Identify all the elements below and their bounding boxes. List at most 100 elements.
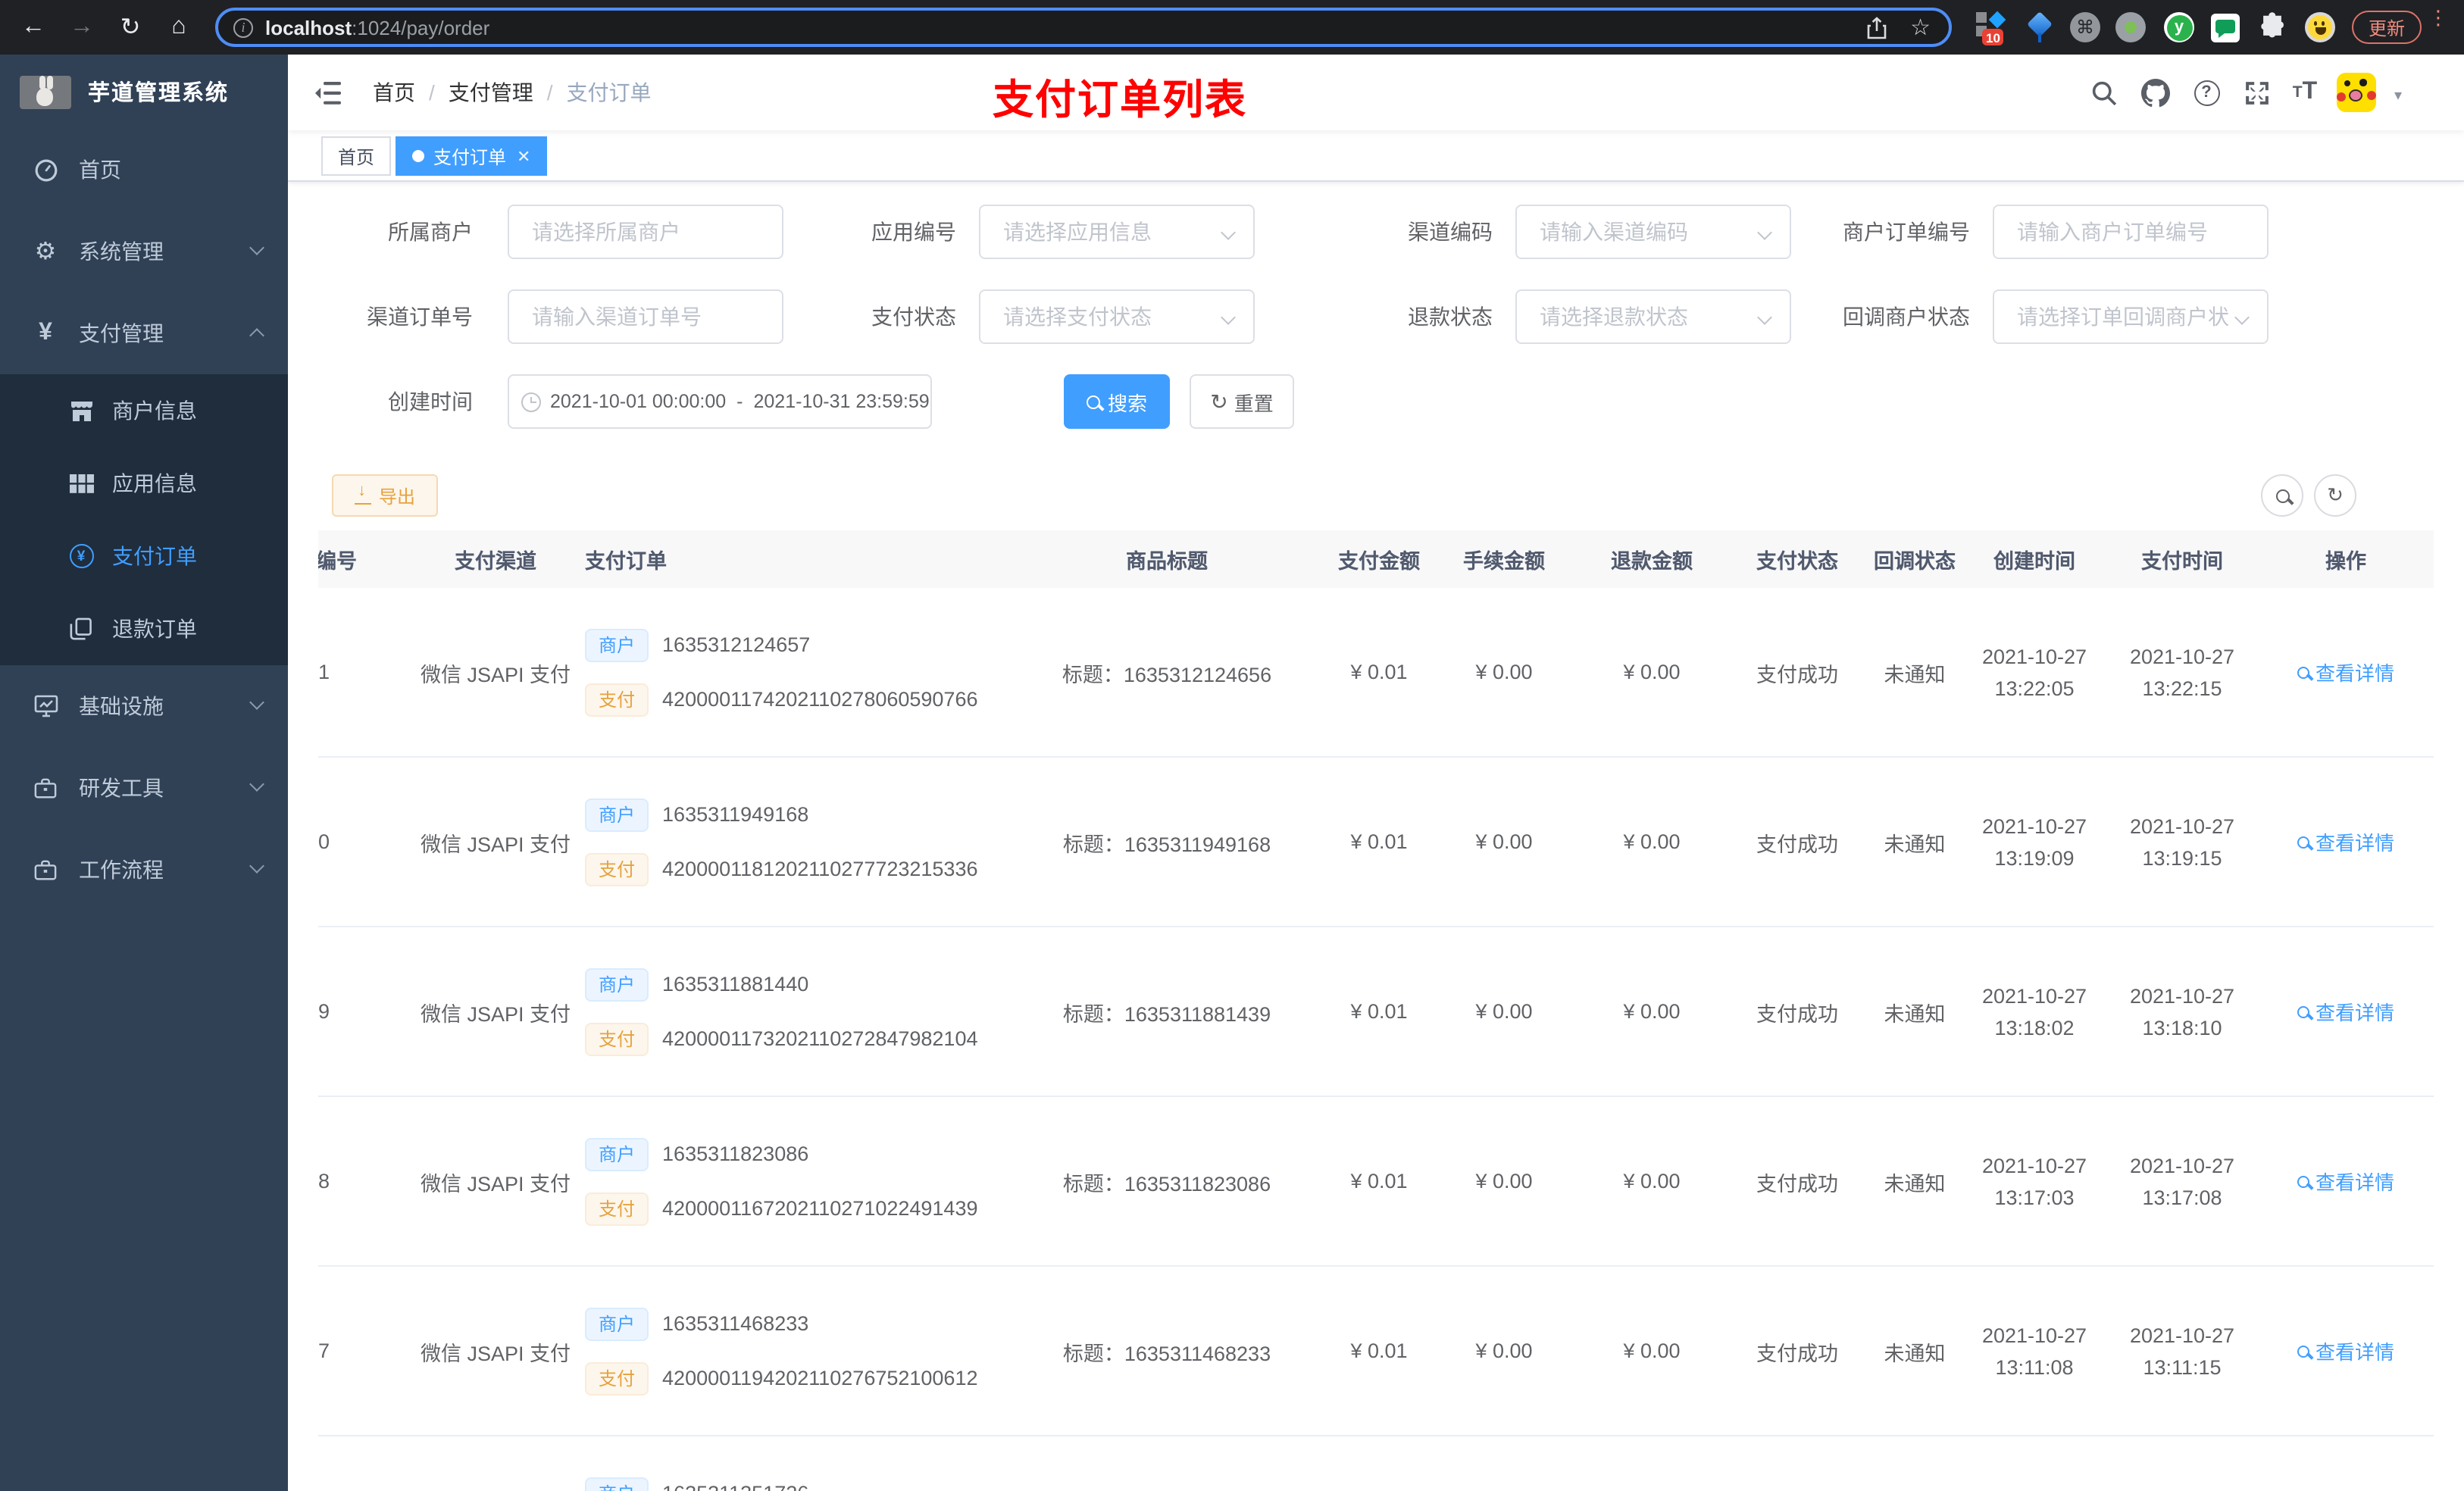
notify-status-select[interactable]: 请选择订单回调商户状态: [1993, 289, 2269, 344]
date-start-value: 2021-10-01 00:00:00: [550, 391, 727, 412]
share-icon[interactable]: [1866, 16, 1886, 39]
filter-label-channel-order-no: 渠道订单号: [367, 305, 473, 329]
refund-status-select[interactable]: 请选择退款状态: [1515, 289, 1791, 344]
browser-home-button[interactable]: ⌂: [158, 0, 200, 55]
browser-update-button[interactable]: 更新: [2352, 11, 2422, 44]
sidebar-item-label: 应用信息: [112, 471, 197, 495]
channel-code-select[interactable]: 请输入渠道编码: [1515, 205, 1791, 259]
view-detail-link[interactable]: 查看详情: [2297, 997, 2394, 1026]
pay-status: 支付成功: [1756, 1002, 1838, 1025]
sidebar-item-home[interactable]: 首页: [0, 129, 288, 211]
extension-puzzle-icon[interactable]: [2258, 12, 2288, 42]
breadcrumb-home[interactable]: 首页: [373, 77, 415, 108]
extension-command-icon[interactable]: ⌘: [2070, 12, 2100, 42]
extension-chat-icon[interactable]: [2211, 14, 2240, 42]
site-info-icon[interactable]: i: [233, 17, 253, 37]
notify-status: 未通知: [1884, 833, 1946, 855]
avatar[interactable]: [2337, 73, 2376, 112]
extension-kite-icon[interactable]: [2025, 11, 2055, 42]
magnifier-icon: [2297, 1005, 2309, 1017]
sidebar-item-pay-order[interactable]: ¥ 支付订单: [0, 520, 288, 592]
sidebar-item-app-info[interactable]: 应用信息: [0, 447, 288, 520]
date-end-value: 2021-10-31 23:59:59: [753, 391, 930, 412]
bookmark-star-icon[interactable]: ☆: [1910, 14, 1931, 41]
sidebar-item-refund-order[interactable]: 退款订单: [0, 592, 288, 665]
sidebar-fold-icon[interactable]: [315, 82, 341, 105]
briefcase-icon: [32, 777, 59, 799]
order-id: 18: [318, 1170, 330, 1192]
create-time: 2021-10-27 13:18:02: [1981, 984, 2087, 1039]
col-header-refund: 退款金额: [1611, 550, 1693, 573]
refresh-table-button[interactable]: ↻: [2314, 474, 2356, 517]
header-search-icon[interactable]: [2082, 55, 2125, 130]
orders-table: 编号 支付渠道 支付订单 商品标题 支付金额 手续金额 退款金额 支付状态 回调…: [318, 530, 2434, 1491]
create-time: 2021-10-27 13:11:08: [1981, 1324, 2087, 1378]
app-select[interactable]: 请选择应用信息: [979, 205, 1255, 259]
table-body: 21 微信 JSAPI 支付 商户 1635312124657 支付 42000…: [318, 588, 2434, 1491]
col-header-pay-order: 支付订单: [585, 550, 667, 573]
sidebar-item-label: 系统管理: [79, 239, 164, 264]
browser-back-button[interactable]: ←: [12, 0, 55, 55]
sidebar-item-system[interactable]: ⚙ 系统管理: [0, 211, 288, 292]
pay-status-select[interactable]: 请选择支付状态: [979, 289, 1255, 344]
browser-reload-button[interactable]: ↻: [109, 0, 152, 55]
avatar-caret-icon[interactable]: ▾: [2394, 88, 2402, 105]
main-area: 首页 / 支付管理 / 支付订单 支付订单列表 ? TT ▾ 首页 支付订单 ✕…: [288, 55, 2464, 1491]
merchant-order-no-input[interactable]: 请输入商户订单编号: [1993, 205, 2269, 259]
export-button[interactable]: 导出: [332, 474, 438, 517]
refund-amount: ¥ 0.00: [1623, 661, 1681, 683]
extension-sketch-icon[interactable]: 10: [1976, 11, 2006, 45]
address-bar[interactable]: i localhost:1024/pay/order ☆: [215, 8, 1952, 47]
breadcrumb-payment[interactable]: 支付管理: [449, 77, 533, 108]
tab-home[interactable]: 首页: [321, 136, 392, 176]
merchant-select[interactable]: 请选择所属商户: [508, 205, 783, 259]
sidebar-item-dev-tools[interactable]: 研发工具: [0, 747, 288, 829]
filter-label-channel-code: 渠道编码: [1408, 220, 1493, 244]
app-logo[interactable]: 芋道管理系统: [0, 55, 288, 129]
merchant-tag: 商户: [585, 967, 649, 1001]
extension-y-icon[interactable]: y: [2164, 12, 2194, 42]
sidebar-item-label: 研发工具: [79, 776, 164, 800]
breadcrumb: 首页 / 支付管理 / 支付订单: [373, 55, 652, 130]
fullscreen-icon[interactable]: [2235, 55, 2278, 130]
font-size-icon[interactable]: TT: [2284, 55, 2326, 130]
filter-label-create-time: 创建时间: [388, 389, 473, 414]
browser-menu-icon[interactable]: ⋮: [2428, 8, 2449, 27]
help-icon[interactable]: ?: [2185, 55, 2228, 130]
merchant-tag: 商户: [585, 628, 649, 661]
extension-emoji-icon[interactable]: [2305, 12, 2335, 42]
create-time-range-picker[interactable]: 2021-10-01 00:00:00 - 2021-10-31 23:59:5…: [508, 374, 932, 429]
show-search-toggle-button[interactable]: [2261, 474, 2303, 517]
browser-toolbar: ← → ↻ ⌂ i localhost:1024/pay/order ☆ 10 …: [0, 0, 2464, 55]
col-header-actions: 操作: [2325, 550, 2366, 573]
fee-amount: ¥ 0.00: [1475, 830, 1533, 853]
view-detail-link[interactable]: 查看详情: [2297, 658, 2394, 686]
filter-label-refund-status: 退款状态: [1408, 305, 1493, 329]
pay-status: 支付成功: [1756, 1342, 1838, 1364]
channel-order-no-input[interactable]: 请输入渠道订单号: [508, 289, 783, 344]
product-title: 标题：1635311881439: [1062, 1002, 1271, 1025]
chevron-down-icon: [249, 240, 264, 255]
tab-pay-order[interactable]: 支付订单 ✕: [396, 136, 548, 176]
close-tab-icon[interactable]: ✕: [517, 146, 530, 166]
view-detail-link[interactable]: 查看详情: [2297, 1336, 2394, 1365]
pay-order-cell: 商户 1635311468233 支付 42000011942021102767…: [579, 1307, 1008, 1395]
pay-time: 2021-10-27 13:19:15: [2129, 814, 2235, 869]
gear-icon: ⚙: [34, 239, 57, 265]
sidebar-item-payment[interactable]: ¥ 支付管理: [0, 292, 288, 374]
merchant-order-no: 1635311468233: [662, 1312, 809, 1335]
sidebar-item-label: 基础设施: [79, 694, 164, 718]
extension-green-dot-icon[interactable]: [2115, 12, 2146, 42]
reset-button[interactable]: ↻ 重置: [1190, 374, 1294, 429]
view-detail-link[interactable]: 查看详情: [2297, 827, 2394, 856]
sidebar-item-workflow[interactable]: 工作流程: [0, 829, 288, 911]
search-button[interactable]: 搜索: [1064, 374, 1170, 429]
browser-forward-button[interactable]: →: [61, 0, 103, 55]
active-tab-dot: [412, 150, 424, 162]
table-row: 19 微信 JSAPI 支付 商户 1635311881440 支付 42000…: [318, 927, 2434, 1097]
order-id: 21: [318, 661, 330, 683]
view-detail-link[interactable]: 查看详情: [2297, 1167, 2394, 1196]
github-icon[interactable]: [2134, 55, 2176, 130]
sidebar-item-infrastructure[interactable]: 基础设施: [0, 665, 288, 747]
sidebar-item-merchant-info[interactable]: 商户信息: [0, 374, 288, 447]
